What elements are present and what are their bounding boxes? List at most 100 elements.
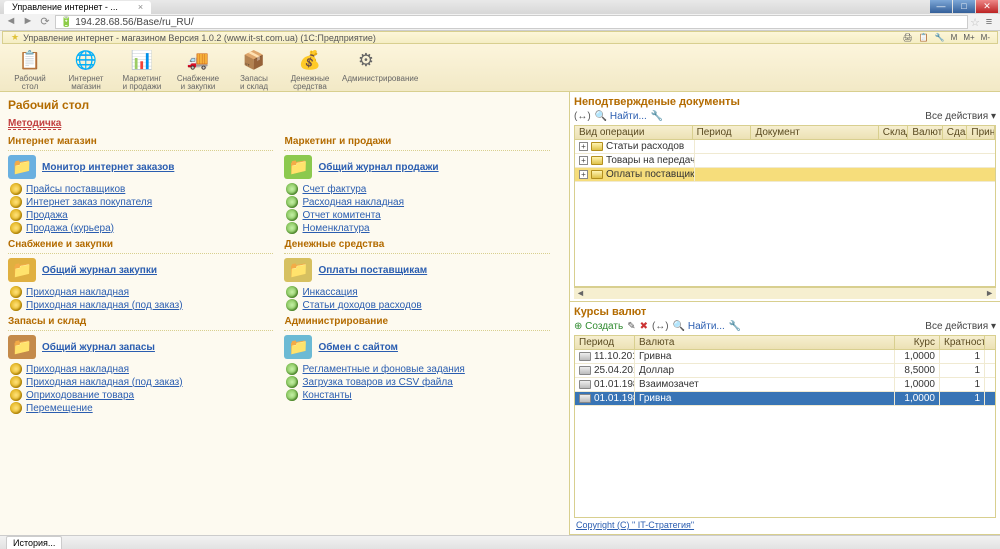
scroll-left[interactable]: ◄ [576,288,585,299]
section-link[interactable]: Инкассация [302,287,357,298]
tree-expand-icon[interactable]: + [579,156,588,165]
column-header[interactable]: Склад [879,126,909,139]
app-titlebar-icon[interactable]: 🖨 [903,33,913,42]
currency-grid[interactable]: ПериодВалютаКурсКратность 11.10.2012Грив… [574,335,996,518]
table-row[interactable]: +Товары на передачу [575,154,995,168]
bullet-icon [286,222,298,234]
find-button[interactable]: 🔍 Найти... [595,111,647,122]
section-link[interactable]: Интернет заказ покупателя [26,197,152,208]
section-link[interactable]: Константы [302,390,351,401]
toolbar-marketing[interactable]: 📊Маркетинг и продажи [118,46,166,89]
column-header[interactable]: Курс [895,336,940,349]
row-icon [579,394,591,403]
doc-icon [591,170,603,179]
section-link[interactable]: Приходная накладная (под заказ) [26,300,183,311]
all-actions-button[interactable]: Все действия ▾ [925,111,996,122]
column-header[interactable]: Документ [751,126,878,139]
app-titlebar-icon[interactable]: 📋 [919,33,929,42]
refresh-icon[interactable]: (↔) [574,111,591,122]
documents-grid[interactable]: Вид операцииПериодДокументСкладВалютаСда… [574,125,996,287]
section-link[interactable]: Счет фактура [302,184,366,195]
window-close-button[interactable]: ✕ [976,0,998,13]
browser-tab-title: Управление интернет - ... [12,2,118,12]
close-tab-icon[interactable]: × [138,2,143,12]
section-link[interactable]: Статьи доходов расходов [302,300,421,311]
app-mem-m[interactable]: M [951,33,958,42]
section-link[interactable]: Оприходование товара [26,390,134,401]
section-link[interactable]: Расходная накладная [302,197,404,208]
app-title: Управление интернет - магазином Версия 1… [23,33,376,43]
panel-title: Рабочий стол [8,96,561,114]
section-link[interactable]: Перемещение [26,403,93,414]
create-button[interactable]: ⊕ Создать [574,321,623,332]
window-minimize-button[interactable]: — [930,0,952,13]
toolbar-supply[interactable]: 🚚Снабжение и закупки [174,46,222,89]
section-link[interactable]: Продажа [26,210,68,221]
tree-expand-icon[interactable]: + [579,170,588,179]
edit-icon[interactable]: ✎ [627,321,635,332]
section-main-link[interactable]: Общий журнал запасы [42,342,155,353]
column-header[interactable]: Вид операции [575,126,693,139]
section-link[interactable]: Приходная накладная [26,364,129,375]
toolbar-eshop[interactable]: 🌐Интернет магазин [62,46,110,89]
section-link[interactable]: Приходная накладная [26,287,129,298]
browser-menu-button[interactable]: ≡ [982,16,996,28]
tree-expand-icon[interactable]: + [579,142,588,151]
history-tab[interactable]: История... [6,536,62,549]
all-actions-button[interactable]: Все действия ▾ [925,321,996,332]
table-row[interactable]: 25.04.2012Доллар8,50001 [575,364,995,378]
table-row[interactable]: 11.10.2012Гривна1,00001 [575,350,995,364]
section-link[interactable]: Отчет комитента [302,210,380,221]
find-button[interactable]: 🔍 Найти... [673,321,725,332]
app-mem-mplus[interactable]: M+ [963,33,974,42]
toolbar-label: Запасы и склад [230,75,278,91]
section-main-link[interactable]: Монитор интернет заказов [42,162,174,173]
bookmark-icon[interactable]: ☆ [968,16,982,29]
bullet-icon [10,209,22,221]
column-header[interactable]: Период [693,126,752,139]
section-link[interactable]: Номенклатура [302,223,369,234]
row-icon [579,352,591,361]
section-link[interactable]: Регламентные и фоновые задания [302,364,464,375]
supply-icon: 🚚 [182,46,214,74]
desktop-left-panel: Рабочий стол Методичка Интернет магазин📁… [0,92,570,535]
section-link[interactable]: Загрузка товаров из CSV файла [302,377,452,388]
copyright-link[interactable]: Copyright (C) " IT-Стратегия" [574,518,996,532]
column-header[interactable]: Кратность [940,336,985,349]
toolbar-stock[interactable]: 📦Запасы и склад [230,46,278,89]
app-titlebar-icon[interactable]: 🔧 [935,33,945,42]
column-header[interactable]: Валюта [635,336,895,349]
url-input[interactable]: 🔋 194.28.68.56/Base/ru_RU/ [55,15,968,29]
app-mem-mminus[interactable]: M- [981,33,990,42]
column-header[interactable]: Валюта [908,126,942,139]
scroll-right[interactable]: ► [985,288,994,299]
clear-filter-icon[interactable]: 🔧 [651,111,663,122]
browser-back-button[interactable]: ◄ [4,15,18,29]
table-row[interactable]: +Статьи расходов [575,140,995,154]
toolbar-admin[interactable]: ⚙Администрирование [342,46,390,89]
browser-tab[interactable]: Управление интернет - ... × [4,1,151,14]
delete-icon[interactable]: ✖ [640,321,648,332]
toolbar-desktop[interactable]: 📋Рабочий стол [6,46,54,89]
window-maximize-button[interactable]: □ [953,0,975,13]
browser-forward-button[interactable]: ► [21,15,35,29]
column-header[interactable]: Принял [967,126,995,139]
column-header[interactable]: Сдал [943,126,968,139]
section-link[interactable]: Прайсы поставщиков [26,184,125,195]
section-link[interactable]: Приходная накладная (под заказ) [26,377,183,388]
section-icon: 📁 [284,258,312,282]
method-link[interactable]: Методичка [8,118,61,130]
section-main-link[interactable]: Общий журнал продажи [318,162,438,173]
browser-reload-button[interactable]: ⟳ [38,15,52,29]
table-row[interactable]: 01.01.1980Гривна1,00001 [575,392,995,406]
column-header[interactable]: Период [575,336,635,349]
table-row[interactable]: +Оплаты поставщикам [575,168,995,182]
section-link[interactable]: Продажа (курьера) [26,223,114,234]
clear-filter-icon[interactable]: 🔧 [729,321,741,332]
table-row[interactable]: 01.01.1980Взаимозачет1,00001 [575,378,995,392]
toolbar-money[interactable]: 💰Денежные средства [286,46,334,89]
section-main-link[interactable]: Обмен с сайтом [318,342,397,353]
section-main-link[interactable]: Оплаты поставщикам [318,265,427,276]
refresh-icon[interactable]: (↔) [652,321,669,332]
section-main-link[interactable]: Общий журнал закупки [42,265,157,276]
